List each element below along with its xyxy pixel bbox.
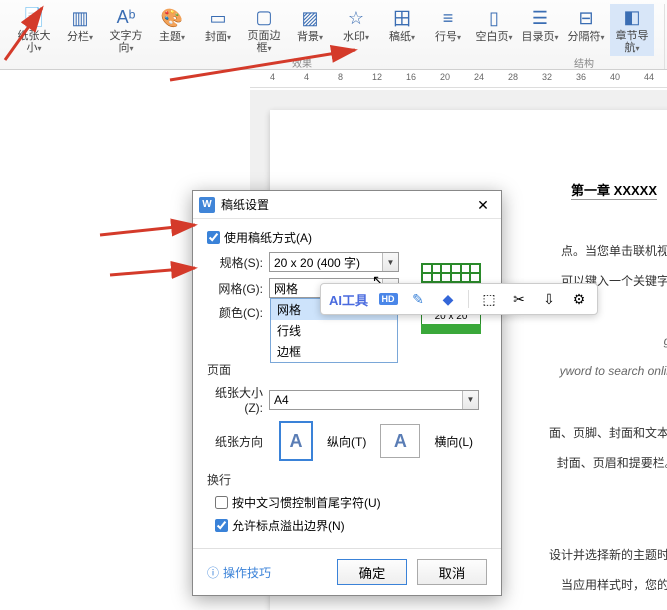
ribbon-icon: ▨ [299, 7, 321, 29]
ribbon-稿纸[interactable]: 田稿纸▾ [380, 4, 424, 56]
ribbon-文字方向[interactable]: Aᵇ文字方向▾ [104, 4, 148, 56]
use-manuscript-checkbox[interactable] [207, 231, 220, 244]
ribbon-水印[interactable]: ☆水印▾ [334, 4, 378, 56]
lightbulb-icon: ⓘ [207, 564, 219, 581]
manuscript-settings-dialog: W 稿纸设置 ✕ 使用稿纸方式(A) 规格(S): 20 x 20 (400 字… [192, 190, 502, 596]
ribbon-行号[interactable]: ≡行号▾ [426, 4, 470, 56]
ribbon-分栏[interactable]: ▥分栏▾ [58, 4, 102, 56]
dialog-title: 稿纸设置 [221, 196, 471, 213]
settings-icon[interactable]: ⚙ [569, 289, 589, 309]
ribbon-icon: 田 [391, 7, 413, 29]
ribbon-icon: ◧ [621, 7, 643, 28]
landscape-option[interactable]: A [380, 424, 420, 458]
ribbon-页面边框[interactable]: ▢页面边框▾ [242, 4, 286, 56]
color-label: 颜色(C): [207, 304, 263, 321]
ribbon-空白页[interactable]: ▯空白页▾ [472, 4, 516, 56]
select-icon[interactable]: ⬚ [479, 289, 499, 309]
spec-label: 规格(S): [207, 254, 263, 271]
ribbon-toolbar: 📄纸张大小▾▥分栏▾Aᵇ文字方向▾🎨主题▾▭封面▾▢页面边框▾▨背景▾☆水印▾田… [0, 0, 667, 70]
grid-option[interactable]: 行线 [271, 320, 397, 341]
preview-bar [421, 324, 481, 334]
ribbon-纸张大小[interactable]: 📄纸张大小▾ [12, 4, 56, 56]
tips-link[interactable]: ⓘ 操作技巧 [207, 564, 271, 581]
ribbon-icon: ≡ [437, 7, 459, 29]
ribbon-icon: ▭ [207, 7, 229, 29]
ribbon-icon: 🎨 [161, 7, 183, 29]
ok-button[interactable]: 确定 [337, 559, 407, 585]
ribbon-icon: ☰ [529, 7, 551, 29]
dialog-titlebar[interactable]: W 稿纸设置 ✕ [193, 191, 501, 219]
grid-option[interactable]: 边框 [271, 341, 397, 362]
download-icon[interactable]: ⇩ [539, 289, 559, 309]
grid-label: 网格(G): [207, 280, 263, 297]
ribbon-icon: ▥ [69, 7, 91, 29]
ribbon-主题[interactable]: 🎨主题▾ [150, 4, 194, 56]
crop-icon[interactable]: ✂ [509, 289, 529, 309]
ribbon-封面[interactable]: ▭封面▾ [196, 4, 240, 56]
group-label-effect: 效果 [272, 55, 332, 70]
ribbon-icon: Aᵇ [115, 7, 137, 28]
cancel-button[interactable]: 取消 [417, 559, 487, 585]
magic-wand-icon[interactable]: ✎ [408, 289, 428, 309]
ribbon-背景[interactable]: ▨背景▾ [288, 4, 332, 56]
page-section-label: 页面 [207, 361, 487, 378]
ribbon-目录页[interactable]: ☰目录页▾ [518, 4, 562, 56]
spec-combo[interactable]: 20 x 20 (400 字) ▼ [269, 252, 399, 272]
chevron-down-icon: ▼ [382, 253, 398, 271]
chevron-down-icon: ▼ [462, 391, 478, 409]
ai-tools-label[interactable]: AI工具 [329, 290, 368, 309]
paper-size-combo[interactable]: A4 ▼ [269, 390, 479, 410]
ribbon-icon: ▯ [483, 7, 505, 29]
orientation-label: 纸张方向 [207, 433, 263, 450]
horizontal-ruler: 448121620242832364044 [250, 70, 667, 88]
use-manuscript-label: 使用稿纸方式(A) [224, 229, 312, 246]
ribbon-icon: 📄 [23, 7, 45, 28]
ribbon-icon: ⊟ [575, 7, 597, 29]
ribbon-分隔符[interactable]: ⊟分隔符▾ [564, 4, 608, 56]
ribbon-icon: ☆ [345, 7, 367, 29]
portrait-option[interactable]: A [279, 421, 313, 461]
paper-size-label: 纸张大小(Z): [207, 384, 263, 415]
app-icon: W [199, 197, 215, 213]
ai-toolbar[interactable]: AI工具 HD ✎ ◆ ⬚ ✂ ⇩ ⚙ [320, 283, 598, 315]
wrap-section-label: 换行 [207, 471, 487, 488]
hd-badge-icon[interactable]: HD [378, 289, 398, 309]
page-heading: 第一章 XXXXX [571, 180, 657, 200]
eraser-icon[interactable]: ◆ [438, 289, 458, 309]
close-icon[interactable]: ✕ [471, 195, 495, 215]
cjk-rule-checkbox[interactable] [215, 496, 228, 509]
ribbon-章节导航[interactable]: ◧章节导航▾ [610, 4, 654, 56]
ribbon-icon: ▢ [253, 7, 275, 28]
group-label-struct: 结构 [564, 55, 604, 70]
overflow-checkbox[interactable] [215, 519, 228, 532]
